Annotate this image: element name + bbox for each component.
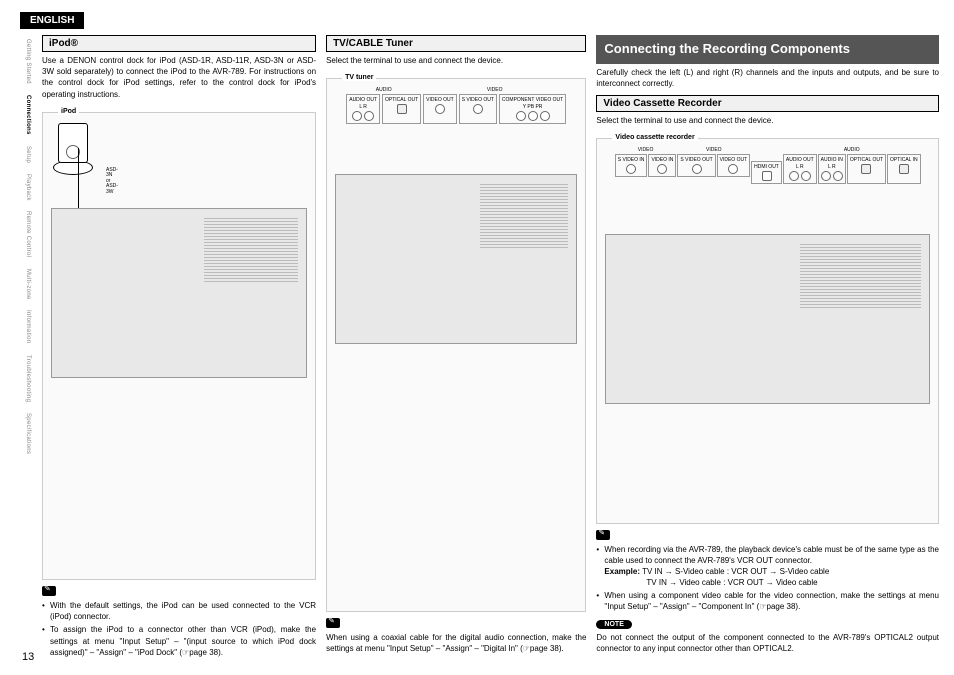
video-out: VIDEO OUT [717,154,751,177]
svideo-out: S VIDEO OUT [677,154,715,177]
component-out-connector: COMPONENT VIDEO OUT Y PB PR [499,94,566,124]
column-recording: Connecting the Recording Components Care… [596,35,939,660]
optical-in: OPTICAL IN [887,154,921,184]
example-label: Example: [604,567,640,576]
tvcable-header: TV/CABLE Tuner [326,35,586,52]
column-ipod: iPod® Use a DENON control dock for iPod … [42,35,316,660]
column-tvcable: TV/CABLE Tuner Select the terminal to us… [326,35,586,660]
video-group-out: VIDEO [706,147,722,153]
ipod-diagram-label: iPod [58,108,79,115]
sidebar-item-troubleshooting[interactable]: Troubleshooting [20,351,32,406]
video-group: VIDEO [487,87,503,93]
vcr-header: Video Cassette Recorder [596,95,939,112]
vcr-connector-row: VIDEO S VIDEO IN VIDEO IN VIDEO S VIDEO … [597,147,938,184]
nav-sidebar: Getting Started Connections Setup Playba… [20,35,32,595]
pencil-icon [596,530,610,540]
svideo-out-connector: S VIDEO OUT [459,94,497,124]
sidebar-item-remote[interactable]: Remote Control [20,207,32,261]
tvcable-note: When using a coaxial cable for the digit… [326,632,586,654]
ipod-diagram: iPod ASD-3N or ASD-3W [42,112,316,580]
ipod-intro: Use a DENON control dock for iPod (ASD-1… [42,55,316,100]
recording-intro: Carefully check the left (L) and right (… [596,67,939,89]
optical-out-connector: OPTICAL OUT [382,94,421,124]
rear-panel-diagram-3 [605,234,930,404]
sidebar-item-information[interactable]: Information [20,306,32,347]
video-out-connector: VIDEO OUT [423,94,457,124]
ipod-notes: With the default settings, the iPod can … [42,600,316,660]
vcr-diagram: Video cassette recorder VIDEO S VIDEO IN… [596,138,939,523]
ipod-header: iPod® [42,35,316,52]
ipod-note-1: With the default settings, the iPod can … [42,600,316,622]
sidebar-item-playback[interactable]: Playback [20,170,32,205]
sidebar-item-specifications[interactable]: Specifications [20,409,32,458]
ipod-note-2: To assign the iPod to a connector other … [42,624,316,658]
audio-group: AUDIO [376,87,392,93]
vcr-diagram-label: Video cassette recorder [612,134,697,141]
ipod-device-note: ASD-3N or ASD-3W [106,168,118,196]
audio-group-vcr: AUDIO [844,147,860,153]
sidebar-item-setup[interactable]: Setup [20,142,32,167]
vcr-note-1: When recording via the AVR-789, the play… [596,544,939,589]
sidebar-item-getting-started[interactable]: Getting Started [20,35,32,88]
main-content: iPod® Use a DENON control dock for iPod … [42,35,939,660]
audio-out-connector: AUDIO OUT L R [346,94,380,124]
vcr-note-2: When using a component video cable for t… [596,590,939,612]
video-in: VIDEO IN [648,154,676,177]
audio-out: AUDIO OUTL R [783,154,817,184]
vcr-intro: Select the terminal to use and connect t… [596,115,939,126]
recording-major-header: Connecting the Recording Components [596,35,939,64]
page-number: 13 [22,651,34,663]
note-text: Do not connect the output of the compone… [596,632,939,654]
vcr-notes: When recording via the AVR-789, the play… [596,544,939,615]
note-tag: NOTE [596,620,631,629]
rear-panel-diagram [51,208,307,378]
tvcable-intro: Select the terminal to use and connect t… [326,55,586,66]
optical-out: OPTICAL OUT [847,154,886,184]
tvcable-diagram-label: TV tuner [342,74,376,81]
audio-in: AUDIO INL R [818,154,846,184]
ipod-device-icon: ASD-3N or ASD-3W [58,123,103,198]
pencil-icon [326,618,340,628]
video-group-in: VIDEO [638,147,654,153]
example-line-1: TV IN → S-Video cable : VCR OUT → S-Vide… [642,567,829,576]
pencil-icon [42,586,56,596]
hdmi-out: HDMI OUT [751,161,782,184]
example-line-2: TV IN → Video cable : VCR OUT → Video ca… [604,578,817,587]
language-tag: ENGLISH [20,12,84,29]
tvcable-diagram: TV tuner AUDIO AUDIO OUT L R OPTICAL OUT [326,78,586,611]
sidebar-item-connections[interactable]: Connections [20,91,32,139]
tv-connector-row: AUDIO AUDIO OUT L R OPTICAL OUT [327,87,585,124]
rear-panel-diagram-2 [335,174,577,344]
svideo-in: S VIDEO IN [615,154,648,177]
sidebar-item-multizone[interactable]: Multi-zone [20,265,32,304]
